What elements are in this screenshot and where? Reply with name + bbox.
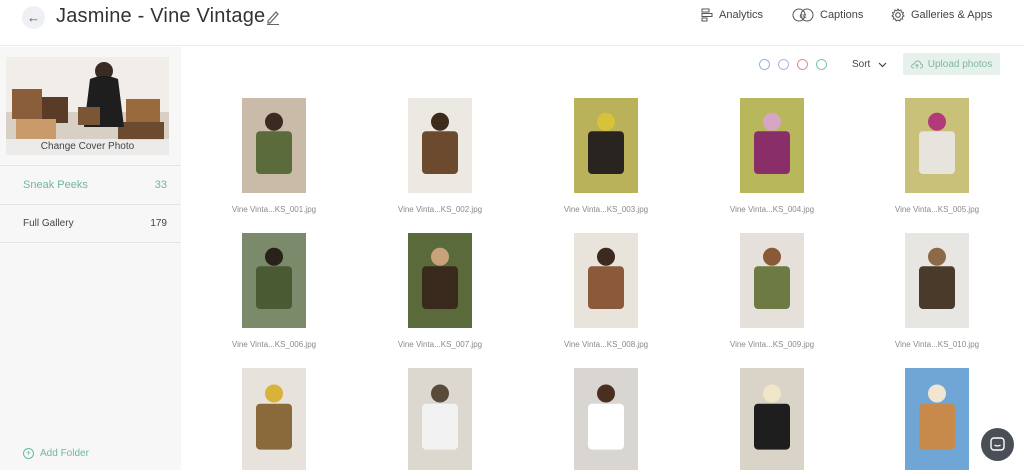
photo-filename: Vine Vinta...KS_006.jpg <box>231 340 317 349</box>
svg-text:cc: cc <box>800 13 808 20</box>
captions-icon: cc <box>792 8 814 22</box>
folder-count: 33 <box>154 179 167 191</box>
color-filter-purple[interactable] <box>778 59 789 70</box>
page-title: Jasmine - Vine Vintage <box>56 5 266 27</box>
photo-filename: Vine Vinta...KS_008.jpg <box>563 340 649 349</box>
folder-count: 179 <box>150 218 167 229</box>
photo-thumbnail[interactable] <box>574 233 638 328</box>
photo-thumbnail[interactable] <box>740 368 804 470</box>
photo-thumbnail[interactable] <box>242 98 306 193</box>
photo-thumbnail[interactable] <box>574 98 638 193</box>
photo-thumbnail[interactable] <box>242 368 306 470</box>
photo-thumbnail[interactable] <box>740 233 804 328</box>
photo-filename: Vine Vinta...KS_007.jpg <box>397 340 483 349</box>
color-filter-red[interactable] <box>797 59 808 70</box>
photo-filename: Vine Vinta...KS_004.jpg <box>729 205 815 214</box>
add-folder-label: Add Folder <box>40 448 89 459</box>
chat-icon <box>990 437 1005 451</box>
cloud-upload-icon <box>910 60 923 68</box>
galleries-apps-link[interactable]: Galleries & Apps <box>891 8 992 22</box>
sidebar-item-full-gallery[interactable]: Full Gallery 179 <box>0 204 181 243</box>
gear-icon <box>891 8 905 22</box>
add-folder-button[interactable]: + Add Folder <box>23 448 89 459</box>
analytics-link[interactable]: Analytics <box>701 8 763 22</box>
arrow-left-icon: ← <box>27 10 40 25</box>
sidebar-item-sneak-peeks[interactable]: Sneak Peeks 33 <box>0 165 181 204</box>
upload-photos-button[interactable]: Upload photos <box>903 53 1000 75</box>
photo-filename: Vine Vinta...KS_002.jpg <box>397 205 483 214</box>
color-filter-blue[interactable] <box>759 59 770 70</box>
analytics-icon <box>701 8 713 22</box>
photo-thumbnail[interactable] <box>242 233 306 328</box>
sidebar: Change Cover Photo Sneak Peeks 33 Full G… <box>0 47 181 470</box>
photo-thumbnail[interactable] <box>408 233 472 328</box>
photo-filename: Vine Vinta...KS_005.jpg <box>894 205 980 214</box>
sort-dropdown[interactable]: Sort <box>852 59 887 70</box>
top-header: ← Jasmine - Vine Vintage Analytics cc Ca… <box>0 0 1024 46</box>
analytics-label: Analytics <box>719 9 764 21</box>
photo-thumbnail[interactable] <box>905 233 969 328</box>
photo-thumbnail[interactable] <box>740 98 804 193</box>
sort-label: Sort <box>852 59 871 70</box>
photo-thumbnail[interactable] <box>408 98 472 193</box>
change-cover-photo-label: Change Cover Photo <box>6 139 169 155</box>
cover-photo[interactable]: Change Cover Photo <box>6 57 169 155</box>
upload-photos-label: Upload photos <box>927 58 993 70</box>
captions-link[interactable]: cc Captions <box>792 8 863 22</box>
folder-label: Sneak Peeks <box>23 179 88 191</box>
photo-filename: Vine Vinta...KS_010.jpg <box>894 340 980 349</box>
color-filter-green[interactable] <box>816 59 827 70</box>
photo-filename: Vine Vinta...KS_009.jpg <box>729 340 815 349</box>
galleries-apps-label: Galleries & Apps <box>911 9 993 21</box>
edit-title-icon[interactable] <box>266 9 280 25</box>
photo-thumbnail[interactable] <box>905 368 969 470</box>
photo-thumbnail[interactable] <box>574 368 638 470</box>
photo-thumbnail[interactable] <box>408 368 472 470</box>
plus-circle-icon: + <box>23 448 34 459</box>
back-button[interactable]: ← <box>22 6 45 29</box>
folder-label: Full Gallery <box>23 218 74 229</box>
photo-filename: Vine Vinta...KS_001.jpg <box>231 205 317 214</box>
captions-label: Captions <box>820 9 864 21</box>
photo-filename: Vine Vinta...KS_003.jpg <box>563 205 649 214</box>
chevron-down-icon <box>878 62 887 67</box>
photo-thumbnail[interactable] <box>905 98 969 193</box>
chat-button[interactable] <box>981 428 1014 461</box>
